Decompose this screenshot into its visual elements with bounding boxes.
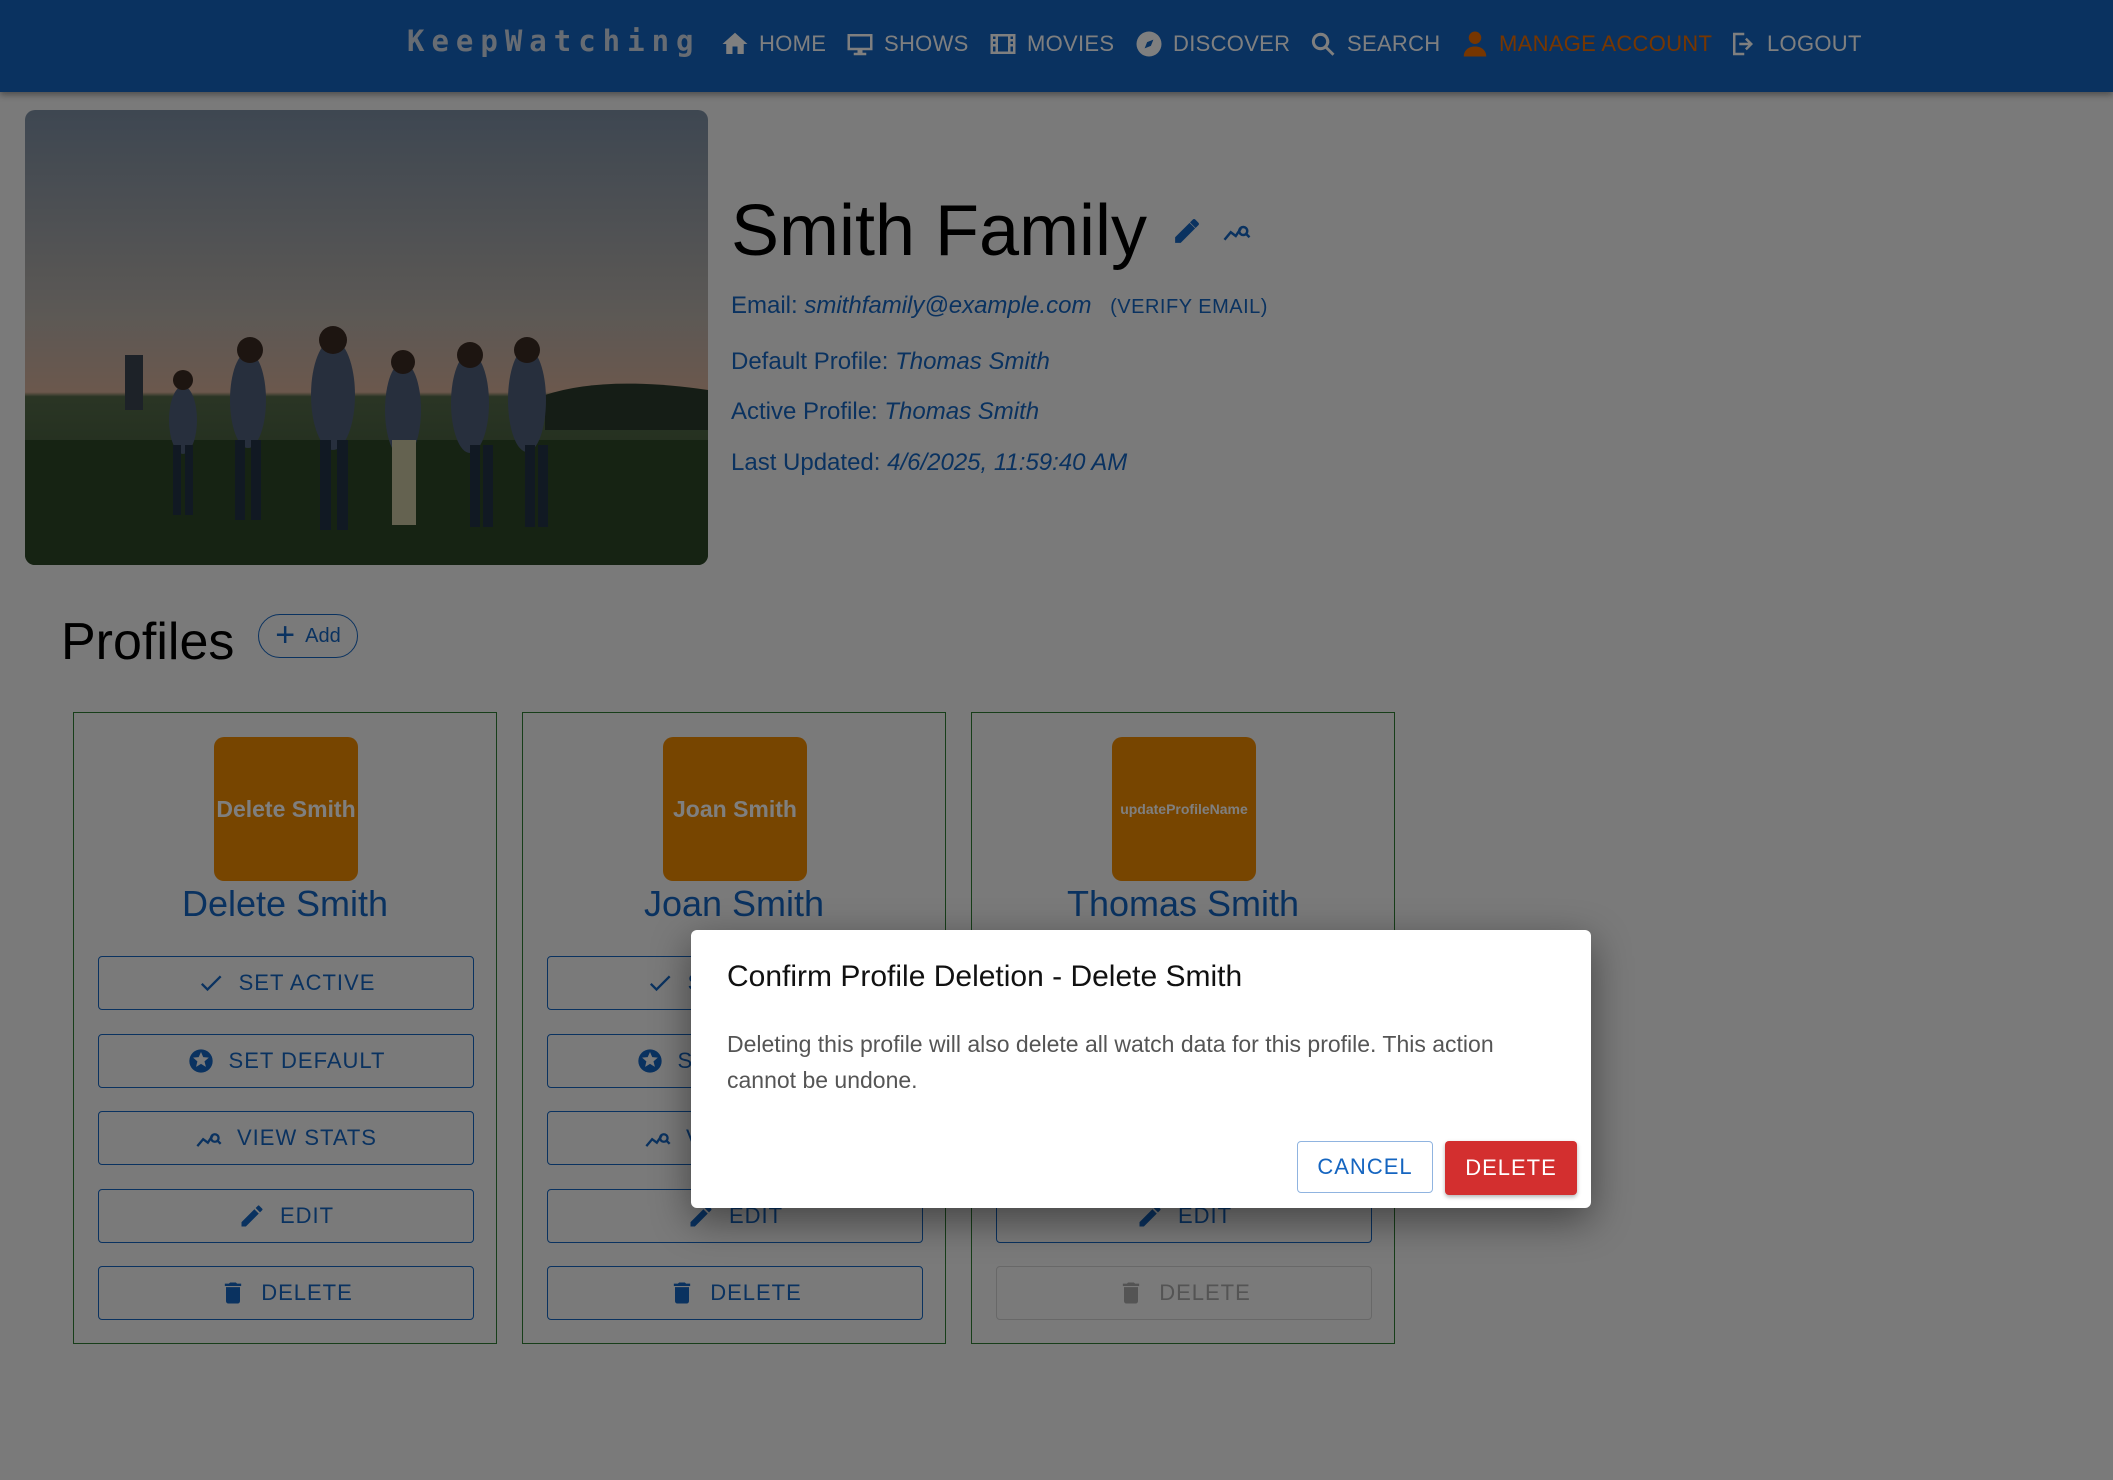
cancel-button[interactable]: CANCEL [1297, 1141, 1433, 1193]
modal-backdrop[interactable] [0, 0, 2113, 1480]
dialog-title: Confirm Profile Deletion - Delete Smith [727, 960, 1243, 993]
confirm-delete-dialog: Confirm Profile Deletion - Delete Smith … [691, 930, 1591, 1208]
dialog-message: Deleting this profile will also delete a… [727, 1031, 1494, 1093]
confirm-delete-button[interactable]: DELETE [1445, 1141, 1577, 1195]
